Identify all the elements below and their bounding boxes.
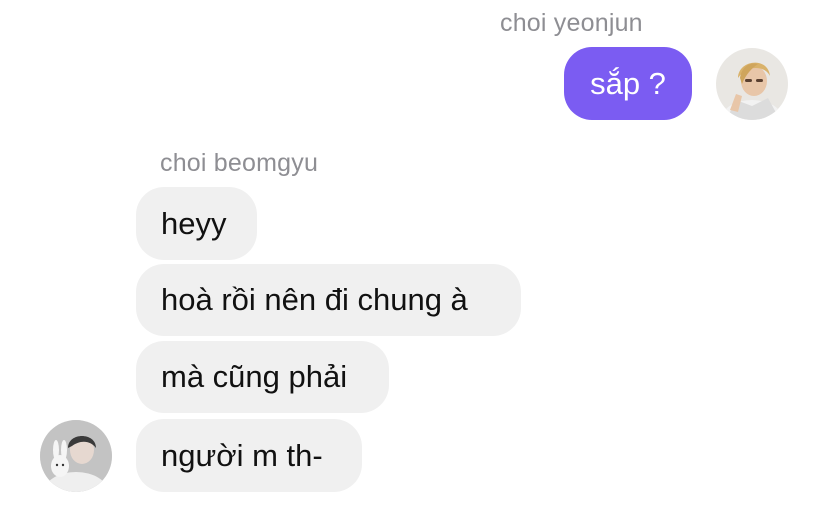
outgoing-sender-name: choi yeonjun [500, 9, 643, 37]
incoming-message-bubble[interactable]: mà cũng phải [136, 341, 389, 413]
message-text: mà cũng phải [161, 359, 348, 394]
message-text: hoà rồi nên đi chung à [161, 282, 468, 317]
message-text: heyy [161, 205, 227, 241]
incoming-message-bubble[interactable]: người m th- [136, 419, 362, 492]
incoming-sender-name: choi beomgyu [160, 149, 319, 177]
incoming-message-bubble[interactable]: hoà rồi nên đi chung à [136, 264, 521, 336]
user-photo-avatar-icon [40, 420, 112, 492]
incoming-sender-avatar[interactable] [40, 420, 112, 492]
message-text: sắp ? [590, 65, 666, 101]
message-text: người m th- [161, 437, 323, 473]
outgoing-message-bubble[interactable]: sắp ? [564, 47, 692, 120]
user-photo-avatar-icon [716, 48, 788, 120]
incoming-message-bubble[interactable]: heyy [136, 187, 257, 260]
outgoing-sender-avatar[interactable] [716, 48, 788, 120]
